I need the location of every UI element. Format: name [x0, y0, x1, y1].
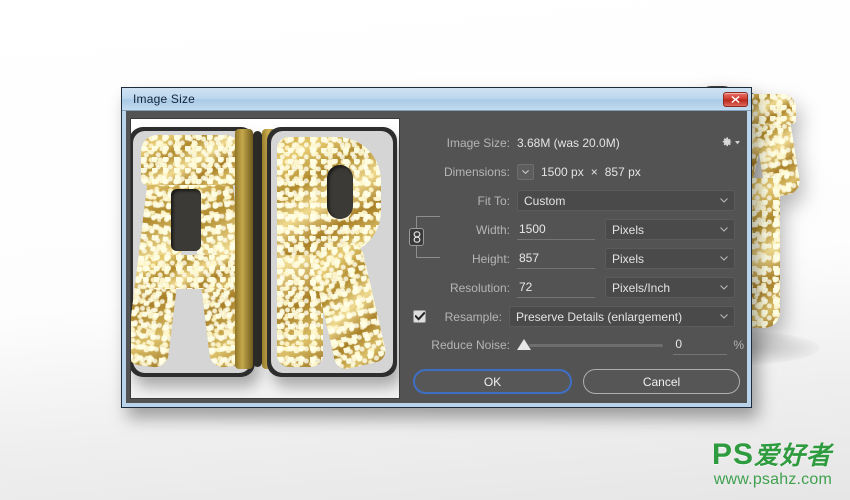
dialog-title: Image Size: [133, 92, 196, 106]
image-size-label: Image Size:: [446, 135, 510, 150]
resample-row: Resample: Preserve Details (enlargement): [413, 302, 744, 331]
image-size-value: 3.68M (was 20.0M): [517, 135, 620, 150]
dialog-button-row: OK Cancel: [413, 369, 744, 394]
dimensions-label: Dimensions:: [443, 164, 510, 179]
preview-pane[interactable]: [130, 118, 400, 399]
chain-link-glyph: [413, 231, 420, 243]
chevron-down-icon: [714, 198, 728, 203]
resolution-label: Resolution:: [449, 280, 510, 295]
watermark-brand: PS爱好者: [712, 440, 832, 470]
resolution-unit-value: Pixels/Inch: [612, 280, 671, 295]
width-label: Width:: [475, 222, 510, 237]
close-icon: [731, 95, 740, 103]
dimensions-width-value: 1500 px: [541, 164, 584, 179]
reduce-noise-row: Reduce Noise: %: [413, 331, 744, 359]
chevron-down-icon: [714, 285, 728, 290]
fit-to-label: Fit To:: [477, 193, 510, 208]
reduce-noise-unit: %: [733, 338, 744, 352]
fit-to-row: Fit To: Custom: [413, 186, 744, 215]
chevron-down-icon: [735, 140, 740, 144]
reduce-noise-label: Reduce Noise:: [431, 338, 510, 352]
close-button[interactable]: [723, 91, 748, 107]
width-unit-select[interactable]: Pixels: [605, 219, 735, 240]
cancel-button[interactable]: Cancel: [583, 369, 740, 394]
height-row: Height: Pixels: [413, 244, 744, 273]
dimensions-separator: ×: [590, 164, 598, 179]
height-unit-select[interactable]: Pixels: [605, 248, 735, 269]
dimensions-height-value: 857 px: [604, 164, 641, 179]
controls-pane: Image Size: 3.68M (was 20.0M) Dimensions…: [409, 118, 750, 399]
slider-track: [529, 344, 664, 347]
image-size-dialog: Image Size Image Size: 3.68M (was 20.0M)…: [121, 87, 752, 408]
preview-letter-r: [267, 127, 399, 377]
resolution-unit-select[interactable]: Pixels/Inch: [605, 277, 735, 298]
width-input[interactable]: [517, 219, 595, 240]
fit-to-select[interactable]: Custom: [517, 190, 735, 211]
width-row: Width: Pixels: [413, 215, 744, 244]
resolution-row: Resolution: Pixels/Inch: [413, 273, 744, 302]
check-icon: [414, 312, 425, 321]
chain-link-icon[interactable]: [409, 228, 424, 246]
resample-label: Resample:: [444, 309, 502, 324]
watermark-brand-cn: 爱好者: [753, 441, 832, 470]
dialog-body: Image Size: 3.68M (was 20.0M) Dimensions…: [122, 111, 751, 407]
settings-gear-button[interactable]: [720, 136, 744, 149]
dimensions-units-dropdown[interactable]: [517, 163, 534, 180]
width-unit-value: Pixels: [612, 222, 645, 237]
ok-button[interactable]: OK: [413, 369, 572, 394]
chevron-down-icon: [714, 314, 728, 319]
dialog-titlebar[interactable]: Image Size: [122, 88, 751, 111]
slider-thumb[interactable]: [517, 339, 531, 350]
height-label: Height:: [471, 251, 510, 266]
height-unit-value: Pixels: [612, 251, 645, 266]
preview-image: [131, 119, 399, 398]
cancel-button-label: Cancel: [642, 374, 681, 389]
gear-icon: [722, 137, 732, 147]
watermark: PS爱好者 www.psahz.com: [712, 440, 832, 488]
reduce-noise-slider[interactable]: [517, 338, 664, 352]
ok-button-label: OK: [483, 374, 502, 389]
chevron-down-icon: [714, 227, 728, 232]
watermark-url: www.psahz.com: [713, 471, 832, 488]
resample-select[interactable]: Preserve Details (enlargement): [509, 306, 735, 327]
dimensions-row: Dimensions: 1500 px × 857 px: [413, 157, 744, 186]
reduce-noise-input[interactable]: [673, 335, 728, 355]
resample-value: Preserve Details (enlargement): [516, 309, 683, 324]
watermark-brand-ps: PS: [711, 438, 754, 471]
resample-checkbox[interactable]: [413, 310, 426, 323]
image-size-row: Image Size: 3.68M (was 20.0M): [413, 128, 744, 157]
chevron-down-icon: [522, 169, 529, 174]
height-input[interactable]: [517, 248, 595, 269]
chevron-down-icon: [714, 256, 728, 261]
resolution-input[interactable]: [517, 277, 595, 298]
fit-to-value: Custom: [524, 193, 566, 208]
